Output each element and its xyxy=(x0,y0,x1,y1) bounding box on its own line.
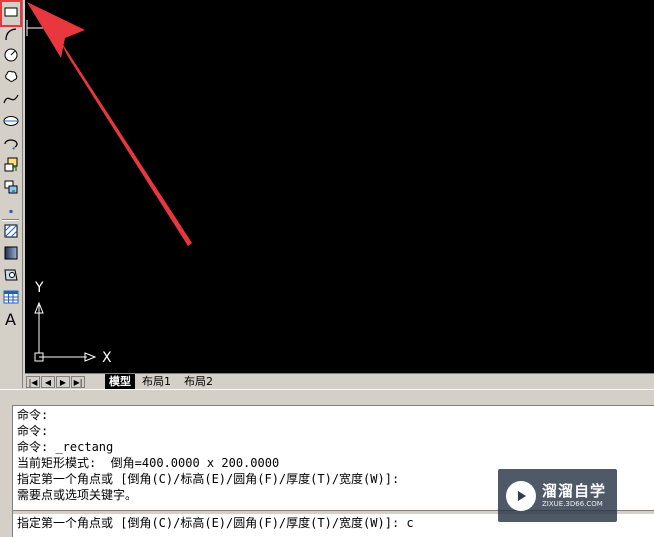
point-icon[interactable] xyxy=(1,200,20,218)
first-tab-button[interactable]: |◀ xyxy=(26,376,40,388)
multiline-text-icon[interactable]: A xyxy=(1,310,20,329)
command-window-header xyxy=(0,389,654,406)
arc-icon[interactable] xyxy=(1,25,20,43)
last-tab-button[interactable]: ▶| xyxy=(71,376,85,388)
command-history-line: 命令: xyxy=(17,408,49,422)
canvas-overlay xyxy=(26,2,192,362)
tab-layout2[interactable]: 布局2 xyxy=(180,374,217,389)
command-history-line: 命令: _rectang xyxy=(17,440,114,454)
ellipse-arc-icon[interactable] xyxy=(1,134,20,152)
draw-toolbar: A xyxy=(0,0,23,388)
layout-tab-bar: |◀ ◀ ▶ ▶| 模型 布局1 布局2 xyxy=(25,373,654,390)
ucs-x-label: X xyxy=(102,350,112,366)
region-icon[interactable] xyxy=(1,266,20,284)
drawing-canvas[interactable]: Y X xyxy=(25,0,654,373)
rectangle-tool-highlight xyxy=(0,0,22,27)
revision-cloud-icon[interactable] xyxy=(1,67,20,85)
command-history-line: 需要点或选项关键字。 xyxy=(17,488,138,502)
tab-layout1[interactable]: 布局1 xyxy=(138,374,175,389)
annotation-arrow xyxy=(27,2,192,246)
make-block-icon[interactable] xyxy=(1,178,20,196)
next-tab-button[interactable]: ▶ xyxy=(56,376,70,388)
command-history-line: 命令: xyxy=(17,424,49,438)
command-prompt-input[interactable]: 指定第一个角点或 [倒角(C)/标高(E)/圆角(F)/厚度(T)/宽度(W)]… xyxy=(17,515,414,531)
circle-icon[interactable] xyxy=(1,46,20,64)
hatch-icon[interactable] xyxy=(1,222,20,240)
play-logo-icon xyxy=(506,480,536,511)
ucs-y-label: Y xyxy=(35,280,44,296)
ucs-icon xyxy=(34,301,97,362)
spline-icon[interactable] xyxy=(1,90,20,108)
watermark: 溜溜自学 ZIXUE.3D66.COM xyxy=(498,469,617,522)
ellipse-icon[interactable] xyxy=(1,112,20,130)
prev-tab-button[interactable]: ◀ xyxy=(41,376,55,388)
table-icon[interactable] xyxy=(1,288,20,306)
command-history-line: 当前矩形模式: 倒角=400.0000 x 200.0000 xyxy=(17,456,280,470)
watermark-subtitle: ZIXUE.3D66.COM xyxy=(542,500,603,508)
tab-model[interactable]: 模型 xyxy=(105,374,135,389)
command-history-line: 指定第一个角点或 [倒角(C)/标高(E)/圆角(F)/厚度(T)/宽度(W)]… xyxy=(17,472,400,486)
watermark-title: 溜溜自学 xyxy=(542,482,607,500)
toolbar-separator xyxy=(2,219,19,221)
insert-block-icon[interactable] xyxy=(1,156,20,174)
gradient-icon[interactable] xyxy=(1,244,20,262)
